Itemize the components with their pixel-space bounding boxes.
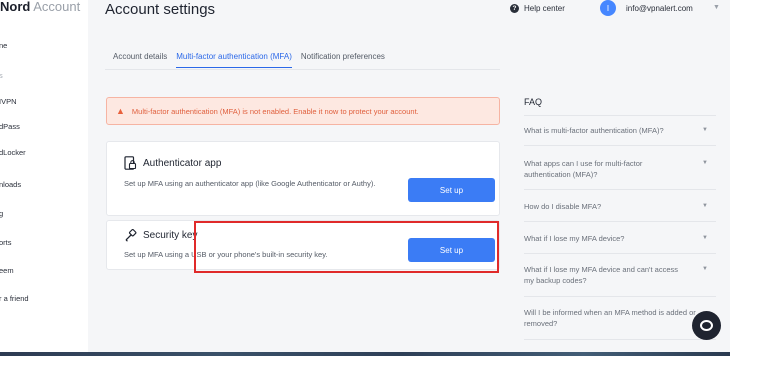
- desktop-taskbar: [0, 352, 768, 372]
- faq-item[interactable]: Will I be informed when an MFA method is…: [524, 308, 716, 329]
- sidebar-item-redeem[interactable]: eem: [0, 266, 14, 275]
- faq-item[interactable]: What if I lose my MFA device? ▼: [524, 234, 716, 245]
- authenticator-setup-button[interactable]: Set up: [408, 178, 495, 202]
- faq-question: What is multi-factor authentication (MFA…: [524, 126, 664, 135]
- faq-divider: [524, 221, 716, 222]
- account-email[interactable]: info@vpnalert.com: [626, 4, 693, 13]
- authenticator-app-card: Authenticator app Set up MFA using an au…: [106, 141, 500, 216]
- sidebar-item-billing[interactable]: g: [0, 209, 3, 218]
- key-icon: [125, 229, 137, 242]
- sidebar-section-products: s: [0, 71, 3, 80]
- faq-item[interactable]: What apps can I use for multi-factor aut…: [524, 159, 716, 180]
- sidebar-item-nordpass[interactable]: dPass: [0, 122, 20, 131]
- warning-triangle-icon: ▲: [116, 106, 125, 116]
- help-center-link[interactable]: ? Help center: [510, 4, 565, 13]
- faq-divider: [524, 253, 716, 254]
- faq-question: How do I disable MFA?: [524, 202, 602, 211]
- authenticator-app-description: Set up MFA using an authenticator app (l…: [124, 179, 376, 188]
- brand-suffix: Account: [33, 0, 81, 14]
- authenticator-app-label: Authenticator app: [143, 157, 222, 169]
- sidebar-item-reports[interactable]: orts: [0, 238, 12, 247]
- chat-button[interactable]: [692, 311, 721, 340]
- chevron-down-icon[interactable]: ▼: [713, 4, 720, 11]
- sidebar-item-nordvpn[interactable]: IVPN: [0, 97, 17, 106]
- sidebar: Nord Account ne s IVPN dPass dLocker nlo…: [0, 0, 88, 352]
- settings-tabs: Account details Multi-factor authenticat…: [113, 52, 385, 68]
- chevron-down-icon: ▼: [702, 203, 708, 209]
- security-key-label: Security key: [143, 230, 198, 241]
- brand-name: Nord: [0, 0, 31, 14]
- faq-divider: [524, 339, 716, 340]
- sidebar-item-nordlocker[interactable]: dLocker: [0, 148, 26, 157]
- authenticator-app-title: Authenticator app: [124, 156, 221, 170]
- faq-divider: [524, 296, 716, 297]
- tab-notification-preferences[interactable]: Notification preferences: [301, 52, 385, 68]
- faq-divider: [524, 115, 716, 116]
- main-content: Account settings ? Help center I info@vp…: [88, 0, 730, 352]
- security-key-highlight: [194, 221, 499, 273]
- faq-question: Will I be informed when an MFA method is…: [524, 308, 696, 328]
- taskbar-strip: [0, 352, 730, 356]
- mfa-warning-alert: ▲ Multi-factor authentication (MFA) is n…: [106, 97, 500, 125]
- faq-question: What apps can I use for multi-factor aut…: [524, 159, 643, 179]
- chevron-down-icon: ▼: [702, 266, 708, 272]
- faq-question: What if I lose my MFA device and can't a…: [524, 265, 678, 285]
- question-circle-icon: ?: [510, 4, 519, 13]
- avatar[interactable]: I: [600, 0, 616, 16]
- sidebar-item-downloads[interactable]: nloads: [0, 180, 21, 189]
- sidebar-item-refer-a-friend[interactable]: r a friend: [0, 294, 29, 303]
- tab-account-details[interactable]: Account details: [113, 52, 167, 68]
- security-key-title: Security key: [124, 229, 197, 242]
- phone-lock-icon: [124, 156, 137, 170]
- chevron-down-icon: ▼: [702, 160, 708, 166]
- alert-text: Multi-factor authentication (MFA) is not…: [131, 106, 419, 116]
- page-title: Account settings: [105, 1, 216, 18]
- faq-question: What if I lose my MFA device?: [524, 234, 625, 243]
- help-center-label: Help center: [524, 4, 565, 13]
- faq-divider: [524, 189, 716, 190]
- faq-title: FAQ: [524, 97, 543, 107]
- chevron-down-icon: ▼: [702, 235, 708, 241]
- chat-bubble-icon: [700, 320, 713, 331]
- brand-logo[interactable]: Nord Account: [0, 0, 80, 14]
- faq-divider: [524, 145, 716, 146]
- chevron-down-icon: ▼: [702, 127, 708, 133]
- tabs-divider: [105, 69, 500, 70]
- faq-panel: FAQ What is multi-factor authentication …: [524, 97, 716, 340]
- faq-item[interactable]: What if I lose my MFA device and can't a…: [524, 265, 716, 286]
- faq-item[interactable]: How do I disable MFA? ▼: [524, 202, 716, 213]
- sidebar-item-home[interactable]: ne: [0, 41, 7, 50]
- faq-item[interactable]: What is multi-factor authentication (MFA…: [524, 126, 716, 137]
- tab-mfa[interactable]: Multi-factor authentication (MFA): [176, 52, 292, 68]
